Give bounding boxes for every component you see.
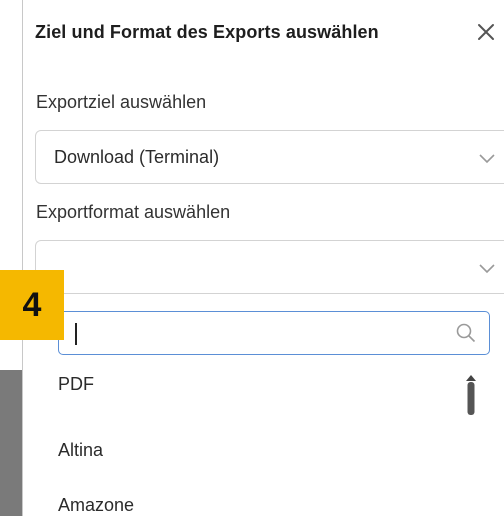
text-caret [75, 323, 77, 345]
format-search-input[interactable] [58, 311, 490, 355]
destination-label: Exportziel auswählen [36, 92, 207, 112]
chevron-down-icon [479, 154, 495, 164]
option-amazone[interactable]: Amazone [58, 495, 134, 516]
background-dark-area [0, 370, 22, 516]
option-pdf[interactable]: PDF [58, 374, 94, 395]
destination-value: Download (Terminal) [54, 147, 220, 167]
destination-select[interactable]: Download (Terminal) [35, 130, 504, 184]
dialog-title: Ziel und Format des Exports auswählen [35, 22, 379, 42]
option-altina[interactable]: Altina [58, 440, 103, 461]
close-icon[interactable] [474, 20, 498, 44]
background-panel [0, 0, 22, 516]
format-label: Exportformat auswählen [36, 202, 231, 222]
chevron-down-icon [479, 264, 495, 274]
format-select[interactable] [35, 240, 504, 294]
options-scrollbar[interactable] [466, 375, 476, 415]
step-badge: 4 [0, 270, 64, 340]
search-icon [456, 323, 476, 343]
format-options-list: PDF Altina Amazone [36, 360, 504, 530]
